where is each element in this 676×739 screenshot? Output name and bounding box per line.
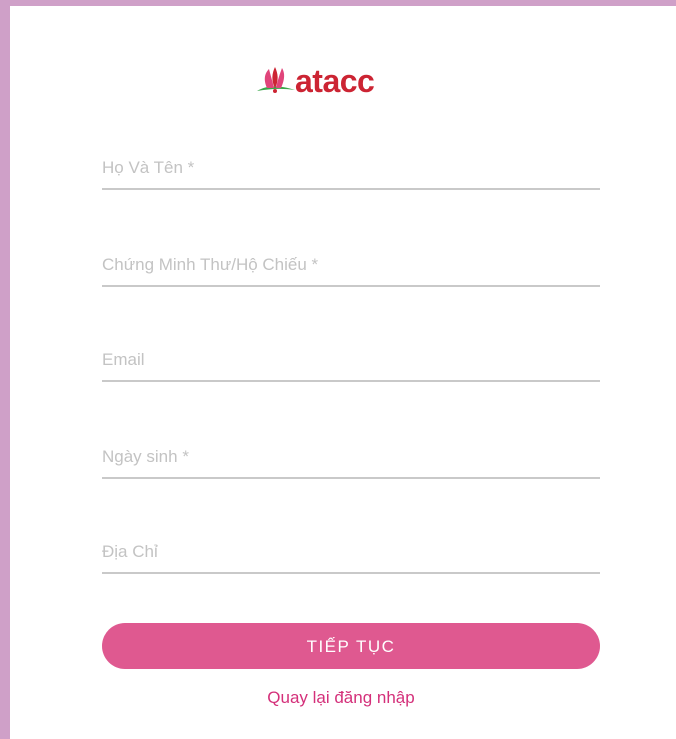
address-input[interactable] <box>102 542 600 562</box>
lotus-flower-icon <box>257 67 295 93</box>
full-name-input[interactable] <box>102 158 600 178</box>
id-passport-input[interactable] <box>102 255 600 275</box>
email-input[interactable] <box>102 350 600 370</box>
id-passport-field[interactable] <box>102 245 600 287</box>
birthdate-field[interactable] <box>102 437 600 479</box>
email-field[interactable] <box>102 340 600 382</box>
full-name-field[interactable] <box>102 148 600 190</box>
brand-logo: atacc <box>255 58 375 104</box>
birthdate-input[interactable] <box>102 447 600 467</box>
address-field[interactable] <box>102 532 600 574</box>
brand-name: atacc <box>295 63 375 99</box>
back-to-login-link[interactable]: Quay lại đăng nhập <box>0 688 676 708</box>
register-card: atacc TIẾP TỤC <box>10 6 676 739</box>
continue-button[interactable]: TIẾP TỤC <box>102 623 600 669</box>
